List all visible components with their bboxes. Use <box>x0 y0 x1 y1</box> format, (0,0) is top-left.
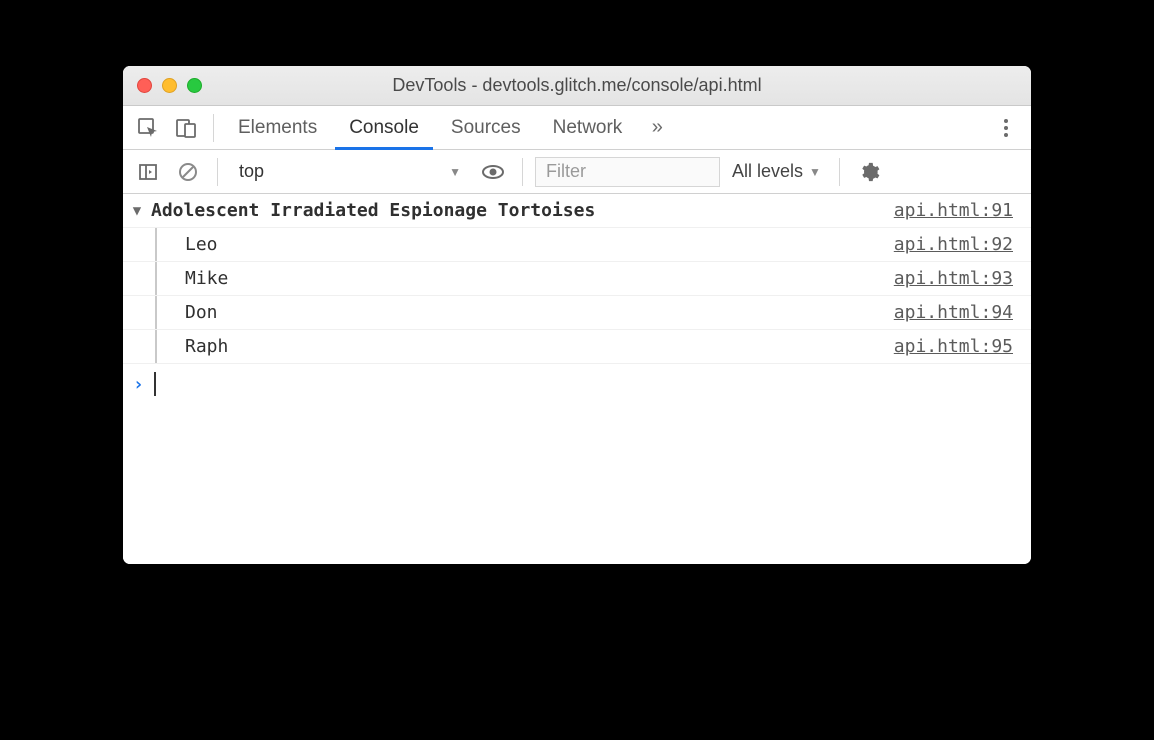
tab-network[interactable]: Network <box>539 106 637 150</box>
console-toolbar: top ▼ All levels ▼ <box>123 150 1031 194</box>
source-link[interactable]: api.html:94 <box>894 302 1021 323</box>
levels-label: All levels <box>732 161 803 182</box>
main-tabs: Elements Console Sources Network » <box>123 106 1031 150</box>
log-text: Don <box>185 302 218 323</box>
minimize-window-button[interactable] <box>162 78 177 93</box>
divider <box>213 114 214 142</box>
source-link[interactable]: api.html:93 <box>894 268 1021 289</box>
context-label: top <box>239 161 264 182</box>
devtools-window: DevTools - devtools.glitch.me/console/ap… <box>123 66 1031 564</box>
source-link[interactable]: api.html:92 <box>894 234 1021 255</box>
log-text: Mike <box>185 268 228 289</box>
text-cursor <box>154 372 156 396</box>
group-label: Adolescent Irradiated Espionage Tortoise… <box>151 200 595 221</box>
settings-icon[interactable] <box>852 155 886 189</box>
disclosure-triangle-icon[interactable]: ▼ <box>123 203 151 219</box>
live-expression-icon[interactable] <box>476 155 510 189</box>
source-link[interactable]: api.html:95 <box>894 336 1021 357</box>
zoom-window-button[interactable] <box>187 78 202 93</box>
traffic-lights <box>123 78 202 93</box>
execution-context-select[interactable]: top ▼ <box>230 157 470 186</box>
console-log-row: Don api.html:94 <box>123 296 1031 330</box>
log-levels-select[interactable]: All levels ▼ <box>726 161 827 182</box>
toggle-sidebar-icon[interactable] <box>131 155 165 189</box>
log-text: Raph <box>185 336 228 357</box>
kebab-menu-icon[interactable] <box>989 111 1023 145</box>
filter-input[interactable] <box>535 157 720 187</box>
chevron-down-icon: ▼ <box>449 165 461 179</box>
source-link[interactable]: api.html:91 <box>894 200 1021 221</box>
console-group-header[interactable]: ▼ Adolescent Irradiated Espionage Tortoi… <box>123 194 1031 228</box>
more-tabs-icon[interactable]: » <box>640 111 674 145</box>
prompt-caret-icon: › <box>133 374 144 395</box>
log-text: Leo <box>185 234 218 255</box>
chevron-down-icon: ▼ <box>809 165 821 179</box>
titlebar: DevTools - devtools.glitch.me/console/ap… <box>123 66 1031 106</box>
console-log-row: Mike api.html:93 <box>123 262 1031 296</box>
window-title: DevTools - devtools.glitch.me/console/ap… <box>123 75 1031 96</box>
console-log-row: Leo api.html:92 <box>123 228 1031 262</box>
tab-console[interactable]: Console <box>335 106 433 150</box>
tab-elements[interactable]: Elements <box>224 106 331 150</box>
divider <box>217 158 218 186</box>
console-prompt[interactable]: › <box>123 364 1031 404</box>
console-log-row: Raph api.html:95 <box>123 330 1031 364</box>
close-window-button[interactable] <box>137 78 152 93</box>
inspect-element-icon[interactable] <box>131 111 165 145</box>
clear-console-icon[interactable] <box>171 155 205 189</box>
console-output: ▼ Adolescent Irradiated Espionage Tortoi… <box>123 194 1031 564</box>
tab-sources[interactable]: Sources <box>437 106 535 150</box>
device-toolbar-icon[interactable] <box>169 111 203 145</box>
divider <box>839 158 840 186</box>
divider <box>522 158 523 186</box>
